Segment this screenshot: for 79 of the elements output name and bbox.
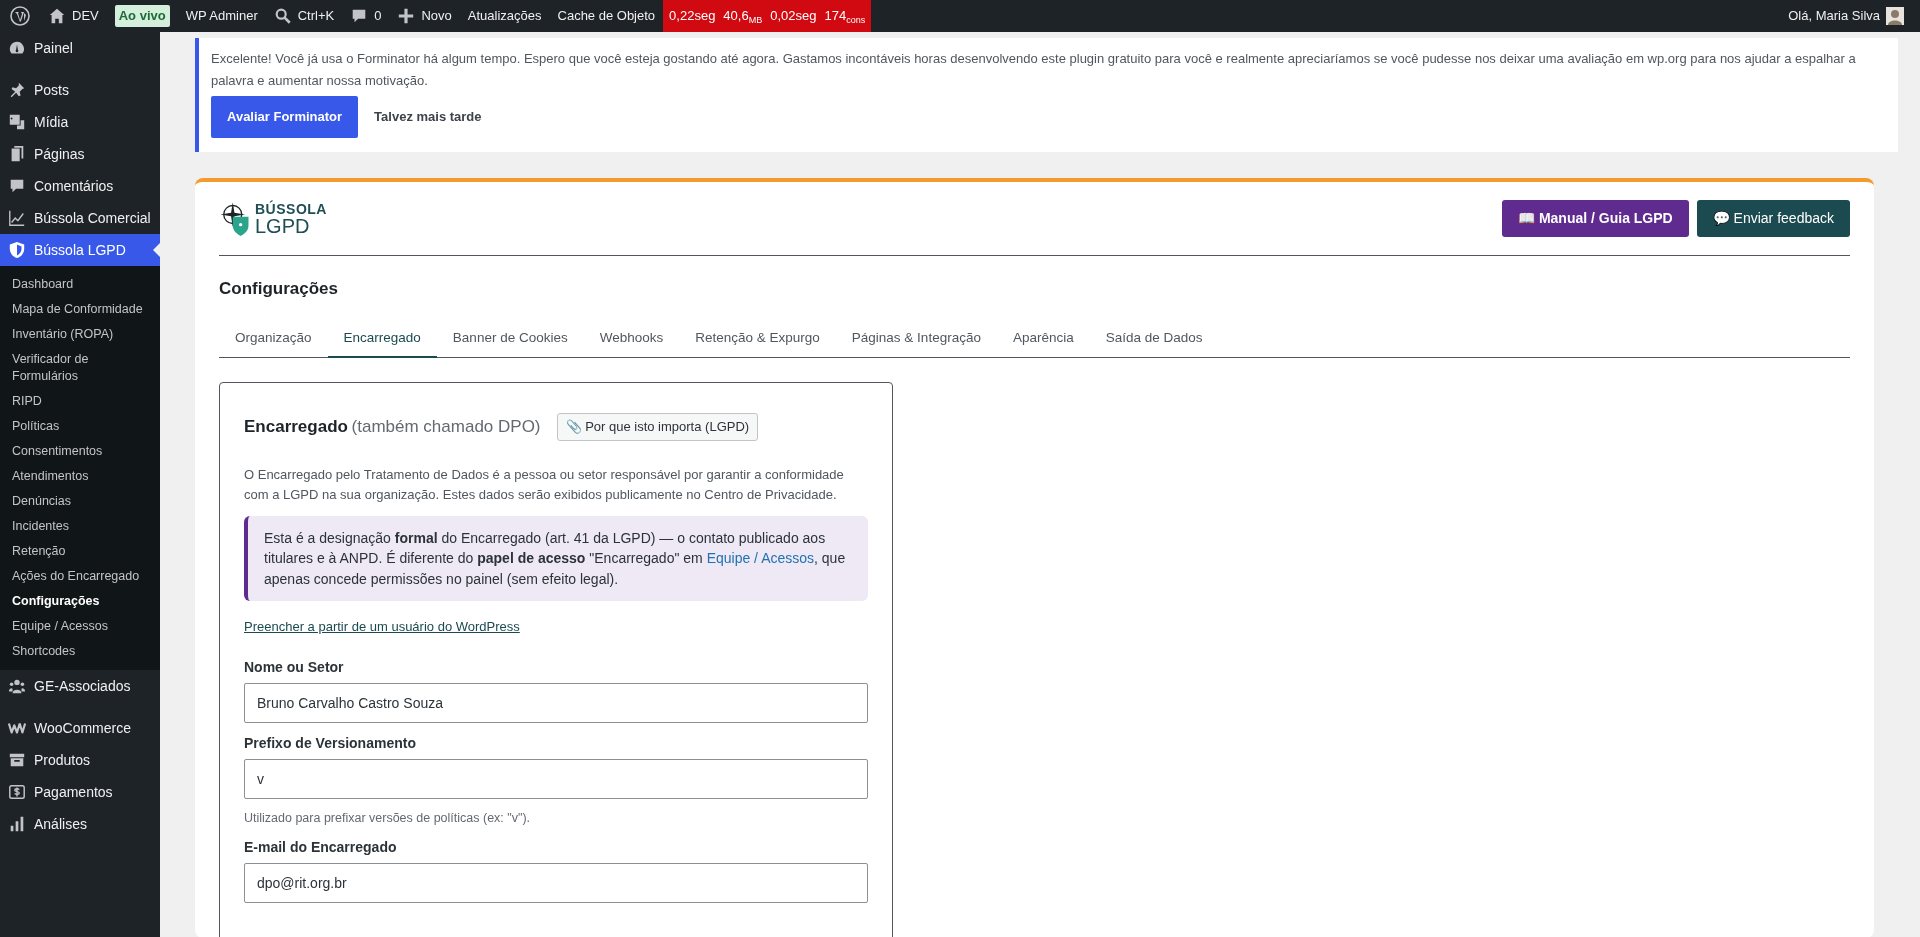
admin-bar-link[interactable]: Atualizações — [459, 0, 550, 32]
notice-text: Excelente! Você já usa o Forminator há algum tempo. Espero que você esteja gostando até agora. Gastamos incontáveis horas desenvolvendo este plugin gratuito para você e realmente apreciaríamos se você pudesse nos deixar uma avaliação em wp.org para nos ajudar a espalhar a palavra e aumentar nossa motivação. — [211, 50, 1857, 91]
archive-box-icon — [8, 751, 26, 769]
submenu-item[interactable]: Retenção — [0, 539, 160, 564]
sidebar-menu-item[interactable]: Painel — [0, 32, 160, 64]
field-label: Nome ou Setor — [244, 657, 345, 677]
logo-subtitle: LGPD — [255, 215, 311, 236]
shield-icon — [8, 241, 26, 259]
dollar-icon — [8, 783, 26, 801]
settings-tab[interactable]: Aparência — [996, 319, 1090, 359]
fill-from-user-link[interactable]: Preencher a partir de um usuário do WordPress — [244, 617, 520, 637]
text-input-field[interactable]: dpo@rit.org.br — [244, 863, 868, 904]
submenu-item[interactable]: Políticas — [0, 414, 160, 439]
site-name-link[interactable]: DEV — [40, 0, 107, 32]
submenu-item[interactable]: Configurações — [0, 589, 160, 614]
search-icon — [273, 7, 292, 25]
avatar-icon — [1886, 7, 1904, 25]
people-icon — [8, 677, 26, 695]
sidebar-menu-item[interactable]: WooCommerce — [0, 712, 160, 744]
comments-link[interactable]: 0 — [342, 0, 390, 32]
settings-tab[interactable]: Webhooks — [583, 319, 680, 359]
settings-tab[interactable]: Organização — [219, 319, 328, 359]
sidebar-menu-item[interactable]: Páginas — [0, 138, 160, 170]
text-input-field[interactable]: v — [244, 758, 868, 799]
new-content-button[interactable]: Novo — [389, 0, 460, 32]
submenu-item[interactable]: Equipe / Acessos — [0, 614, 160, 639]
home-icon — [48, 7, 66, 25]
submenu-item[interactable]: Consentimentos — [0, 439, 160, 464]
logo-wordmark: BÚSSOLA — [255, 201, 327, 216]
field-label: Prefixo de Versionamento — [244, 733, 417, 753]
sidebar-menu-item[interactable]: GE-Associados — [0, 670, 160, 702]
submenu-item[interactable]: Atendimentos — [0, 464, 160, 489]
line-chart-icon — [8, 209, 26, 227]
performance-stats: 0,22seg 40,6$_{MB}$ 0,02seg 174$_{cons}$ — [663, 0, 872, 32]
sidebar-menu-item[interactable]: Pagamentos — [0, 776, 160, 808]
pushpin-icon — [8, 81, 26, 99]
submenu-item[interactable]: Denúncias — [0, 489, 160, 514]
user-account-menu[interactable]: Olá, Maria Silva — [1780, 0, 1920, 32]
sidebar-menu-item[interactable]: Bússola Comercial — [0, 202, 160, 234]
submenu-item[interactable]: Incidentes — [0, 514, 160, 539]
wordpress-logo-icon — [10, 6, 30, 26]
sidebar-menu-item[interactable]: Bússola LGPD — [0, 234, 160, 266]
admin-bar-link[interactable]: Cache de Objeto — [549, 0, 664, 32]
submenu-item[interactable]: Mapa de Conformidade — [0, 297, 160, 322]
feedback-button[interactable]: 💬 Enviar feedback — [1696, 200, 1850, 238]
callout-text: Esta é a designação formal do Encarregado (art. 41 da LGPD) — o contato publicado aos titulares e à ANPD. É diferente do papel de acesso "Encarregado" em Equipe / Acessos, que apenas concede permissões no painel (sem efeito legal). — [264, 530, 846, 587]
submenu-item[interactable]: Ações do Encarregado — [0, 564, 160, 589]
settings-tab[interactable]: Páginas & Integração — [835, 319, 997, 359]
manual-guide-button[interactable]: 📖 Manual / Guia LGPD — [1502, 200, 1689, 238]
submenu-item[interactable]: Verificador de Formulários — [0, 347, 160, 389]
live-status-badge: Ao vivo — [114, 5, 170, 27]
settings-tab[interactable]: Banner de Cookies — [436, 319, 584, 359]
section-description: O Encarregado pelo Tratamento de Dados é a pessoa ou setor responsável por garantir a conformidade com a LGPD na sua organização. Estes dados serão exibidos publicamente no Centro de Privacidade. — [244, 465, 845, 505]
sidebar-menu-item[interactable]: Mídia — [0, 106, 160, 138]
admin-bar-link[interactable]: WP Adminer — [177, 0, 266, 32]
search-shortcut-button[interactable]: Ctrl+K — [265, 0, 343, 32]
submenu-item[interactable]: Shortcodes — [0, 639, 160, 664]
dismiss-link[interactable]: Talvez mais tarde — [374, 106, 482, 129]
text-input-field[interactable]: Bruno Carvalho Castro Souza — [244, 682, 868, 723]
sidebar-menu-item[interactable]: Análises — [0, 808, 160, 840]
field-help-text: Utilizado para prefixar versões de políticas (ex: "v"). — [244, 809, 532, 827]
plus-icon — [397, 7, 416, 25]
sidebar-menu-item[interactable]: Comentários — [0, 170, 160, 202]
submenu-item[interactable]: RIPD — [0, 389, 160, 414]
settings-tab[interactable]: Retenção & Expurgo — [679, 319, 836, 359]
why-it-matters-button[interactable]: 📎 Por que isto importa (LGPD) — [556, 413, 759, 441]
submenu-item[interactable]: Dashboard — [0, 272, 160, 297]
media-icon — [8, 113, 26, 131]
bar-chart-icon — [8, 815, 26, 833]
section-subtitle: (também chamado DPO) — [351, 417, 541, 437]
sidebar-menu-item[interactable]: Produtos — [0, 744, 160, 776]
section-title: Encarregado — [244, 417, 348, 437]
submenu-item[interactable]: Inventário (ROPA) — [0, 322, 160, 347]
settings-tab[interactable]: Encarregado — [327, 319, 437, 359]
rate-plugin-button[interactable]: Avaliar Forminator — [211, 96, 359, 139]
sidebar-menu-item[interactable]: Posts — [0, 74, 160, 106]
settings-tab[interactable]: Saída de Dados — [1089, 319, 1219, 359]
page-heading: Configurações — [219, 278, 340, 301]
field-label: E-mail do Encarregado — [244, 838, 398, 858]
